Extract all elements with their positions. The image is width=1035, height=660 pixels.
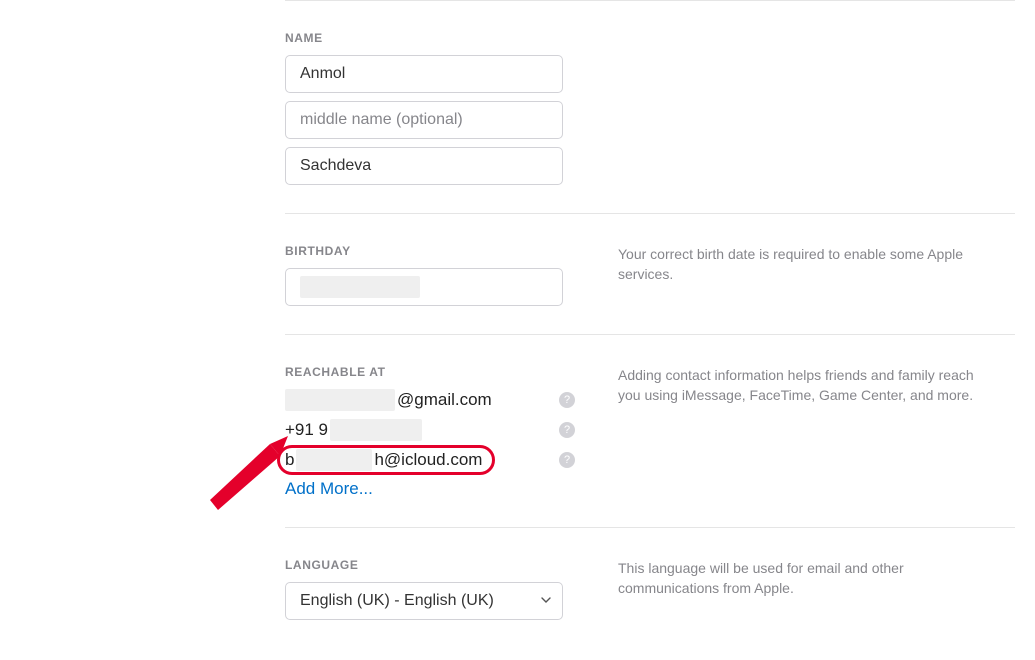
first-name-input[interactable] [285, 55, 563, 93]
help-icon[interactable]: ? [559, 452, 575, 468]
name-label: NAME [285, 31, 590, 45]
birthday-input[interactable] [285, 268, 563, 306]
language-selected: English (UK) - English (UK) [300, 592, 494, 610]
gmail-suffix: @gmail.com [397, 390, 492, 410]
help-icon[interactable]: ? [559, 392, 575, 408]
phone-redacted [330, 419, 422, 441]
icloud-prefix: b [285, 450, 294, 470]
phone-prefix: +91 9 [285, 420, 328, 440]
birthday-value-redacted [300, 276, 420, 298]
birthday-help-text: Your correct birth date is required to e… [618, 246, 963, 282]
last-name-input[interactable] [285, 147, 563, 185]
reachable-section: REACHABLE AT @gmail.com ? +91 9 ? b [285, 334, 1015, 527]
contact-icloud-row: b h@icloud.com ? [285, 449, 575, 471]
add-more-link[interactable]: Add More... [285, 479, 590, 499]
birthday-label: BIRTHDAY [285, 244, 590, 258]
icloud-redacted [296, 449, 372, 471]
contact-gmail-row: @gmail.com ? [285, 389, 575, 411]
language-label: LANGUAGE [285, 558, 590, 572]
language-select[interactable]: English (UK) - English (UK) [285, 582, 563, 620]
name-section: NAME [285, 0, 1015, 213]
icloud-suffix: h@icloud.com [374, 450, 482, 470]
reachable-label: REACHABLE AT [285, 365, 590, 379]
middle-name-input[interactable] [285, 101, 563, 139]
reachable-help-text: Adding contact information helps friends… [618, 367, 974, 403]
language-help-text: This language will be used for email and… [618, 560, 904, 596]
language-section: LANGUAGE English (UK) - English (UK) Thi… [285, 527, 1015, 660]
birthday-section: BIRTHDAY Your correct birth date is requ… [285, 213, 1015, 334]
gmail-redacted [285, 389, 395, 411]
help-icon[interactable]: ? [559, 422, 575, 438]
contact-phone-row: +91 9 ? [285, 419, 575, 441]
